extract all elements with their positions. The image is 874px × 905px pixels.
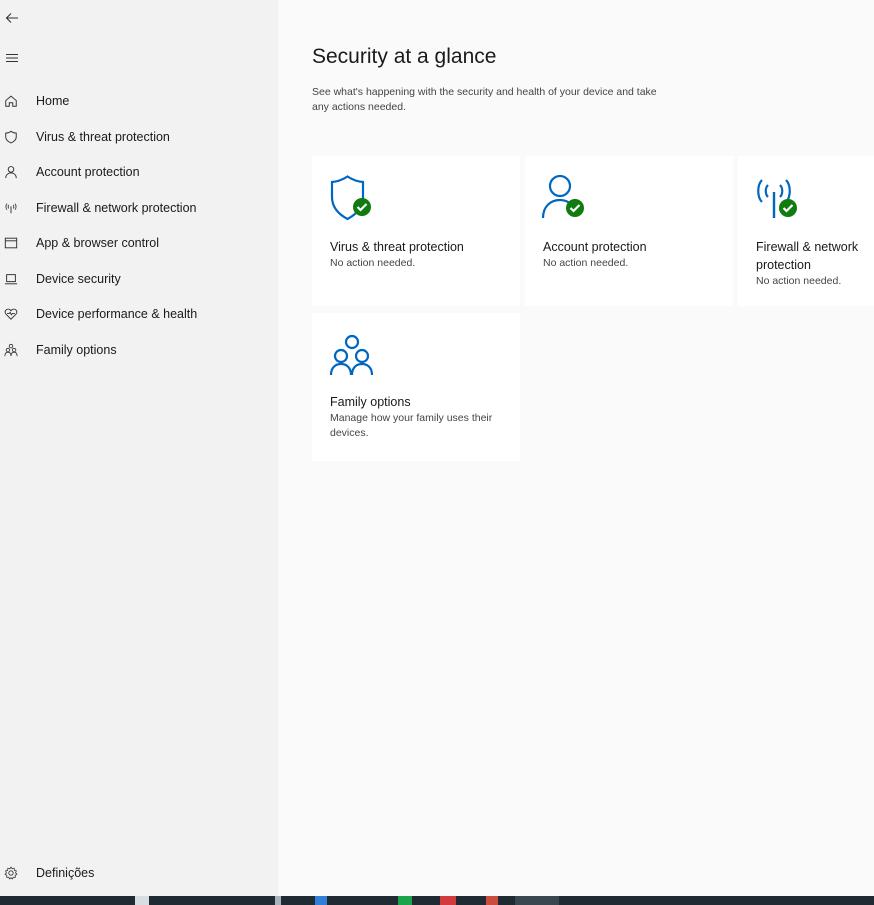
sidebar-item-label: Home	[36, 93, 70, 108]
card-status: No action needed.	[543, 257, 629, 269]
sidebar-item-label: Virus & threat protection	[36, 129, 170, 144]
card-title: Firewall & network protection No action …	[756, 238, 872, 289]
card-virus-threat[interactable]: Virus & threat protection No action need…	[312, 156, 520, 306]
laptop-icon	[0, 261, 30, 296]
card-title: Account protection No action needed.	[543, 238, 727, 271]
sidebar-item-label: Definições	[36, 865, 95, 880]
taskbar-app-button[interactable]	[275, 896, 281, 905]
antenna-icon	[0, 190, 30, 225]
taskbar-app-button[interactable]	[440, 896, 456, 905]
sidebar-item-device-performance[interactable]: Device performance & health	[0, 296, 278, 331]
sidebar-item-app-browser[interactable]: App & browser control	[0, 225, 278, 260]
taskbar-app-button[interactable]	[135, 896, 149, 905]
sidebar-item-label: Device security	[36, 271, 121, 286]
back-button[interactable]	[0, 0, 36, 36]
sidebar-item-account[interactable]: Account protection	[0, 154, 278, 189]
gear-icon	[0, 855, 30, 890]
card-status: Manage how your family uses their device…	[330, 412, 493, 439]
sidebar-item-settings[interactable]: Definições	[0, 855, 278, 890]
hamburger-menu-icon	[4, 50, 20, 66]
card-title-text: Firewall & network protection	[756, 240, 859, 272]
sidebar-item-label: Account protection	[36, 164, 140, 179]
taskbar	[0, 896, 874, 905]
sidebar-item-label: Firewall & network protection	[36, 200, 197, 215]
main-content: Security at a glance See what's happenin…	[278, 0, 874, 896]
family-icon	[328, 331, 376, 379]
sidebar-item-family[interactable]: Family options	[0, 332, 278, 367]
family-icon	[0, 332, 30, 367]
home-icon	[0, 83, 30, 118]
heart-icon	[0, 296, 30, 331]
browser-window-icon	[0, 225, 30, 260]
card-firewall[interactable]: Firewall & network protection No action …	[738, 156, 874, 306]
card-family[interactable]: Family options Manage how your family us…	[312, 313, 520, 461]
person-icon	[0, 154, 30, 189]
card-title-text: Virus & threat protection	[330, 240, 464, 254]
card-status: No action needed.	[756, 275, 842, 287]
taskbar-app-button[interactable]	[486, 896, 498, 905]
taskbar-app-button[interactable]	[315, 896, 327, 905]
sidebar-item-home[interactable]: Home	[0, 83, 278, 118]
sidebar-item-firewall[interactable]: Firewall & network protection	[0, 190, 278, 225]
sidebar-item-label: Family options	[36, 342, 117, 357]
card-status: No action needed.	[330, 257, 416, 269]
back-arrow-icon	[4, 10, 20, 26]
card-title: Family options Manage how your family us…	[330, 393, 500, 441]
sidebar-item-label: App & browser control	[36, 235, 159, 250]
page-title: Security at a glance	[312, 45, 497, 68]
taskbar-app-button[interactable]	[398, 896, 412, 905]
windows-security-window: Home Virus & threat protection Account p…	[0, 0, 874, 896]
card-account[interactable]: Account protection No action needed.	[525, 156, 733, 306]
antenna-check-icon	[754, 174, 802, 222]
card-title-text: Account protection	[543, 240, 647, 254]
shield-check-icon	[328, 174, 376, 222]
sidebar: Home Virus & threat protection Account p…	[0, 0, 278, 896]
card-title: Virus & threat protection No action need…	[330, 238, 514, 271]
sidebar-item-label: Device performance & health	[36, 306, 198, 321]
page-subtitle: See what's happening with the security a…	[312, 86, 657, 113]
sidebar-item-virus-threat[interactable]: Virus & threat protection	[0, 119, 278, 154]
person-check-icon	[541, 174, 589, 222]
taskbar-active-app-button[interactable]	[515, 896, 559, 905]
menu-button[interactable]	[0, 40, 36, 76]
shield-icon	[0, 119, 30, 154]
sidebar-item-device-security[interactable]: Device security	[0, 261, 278, 296]
card-title-text: Family options	[330, 395, 411, 409]
